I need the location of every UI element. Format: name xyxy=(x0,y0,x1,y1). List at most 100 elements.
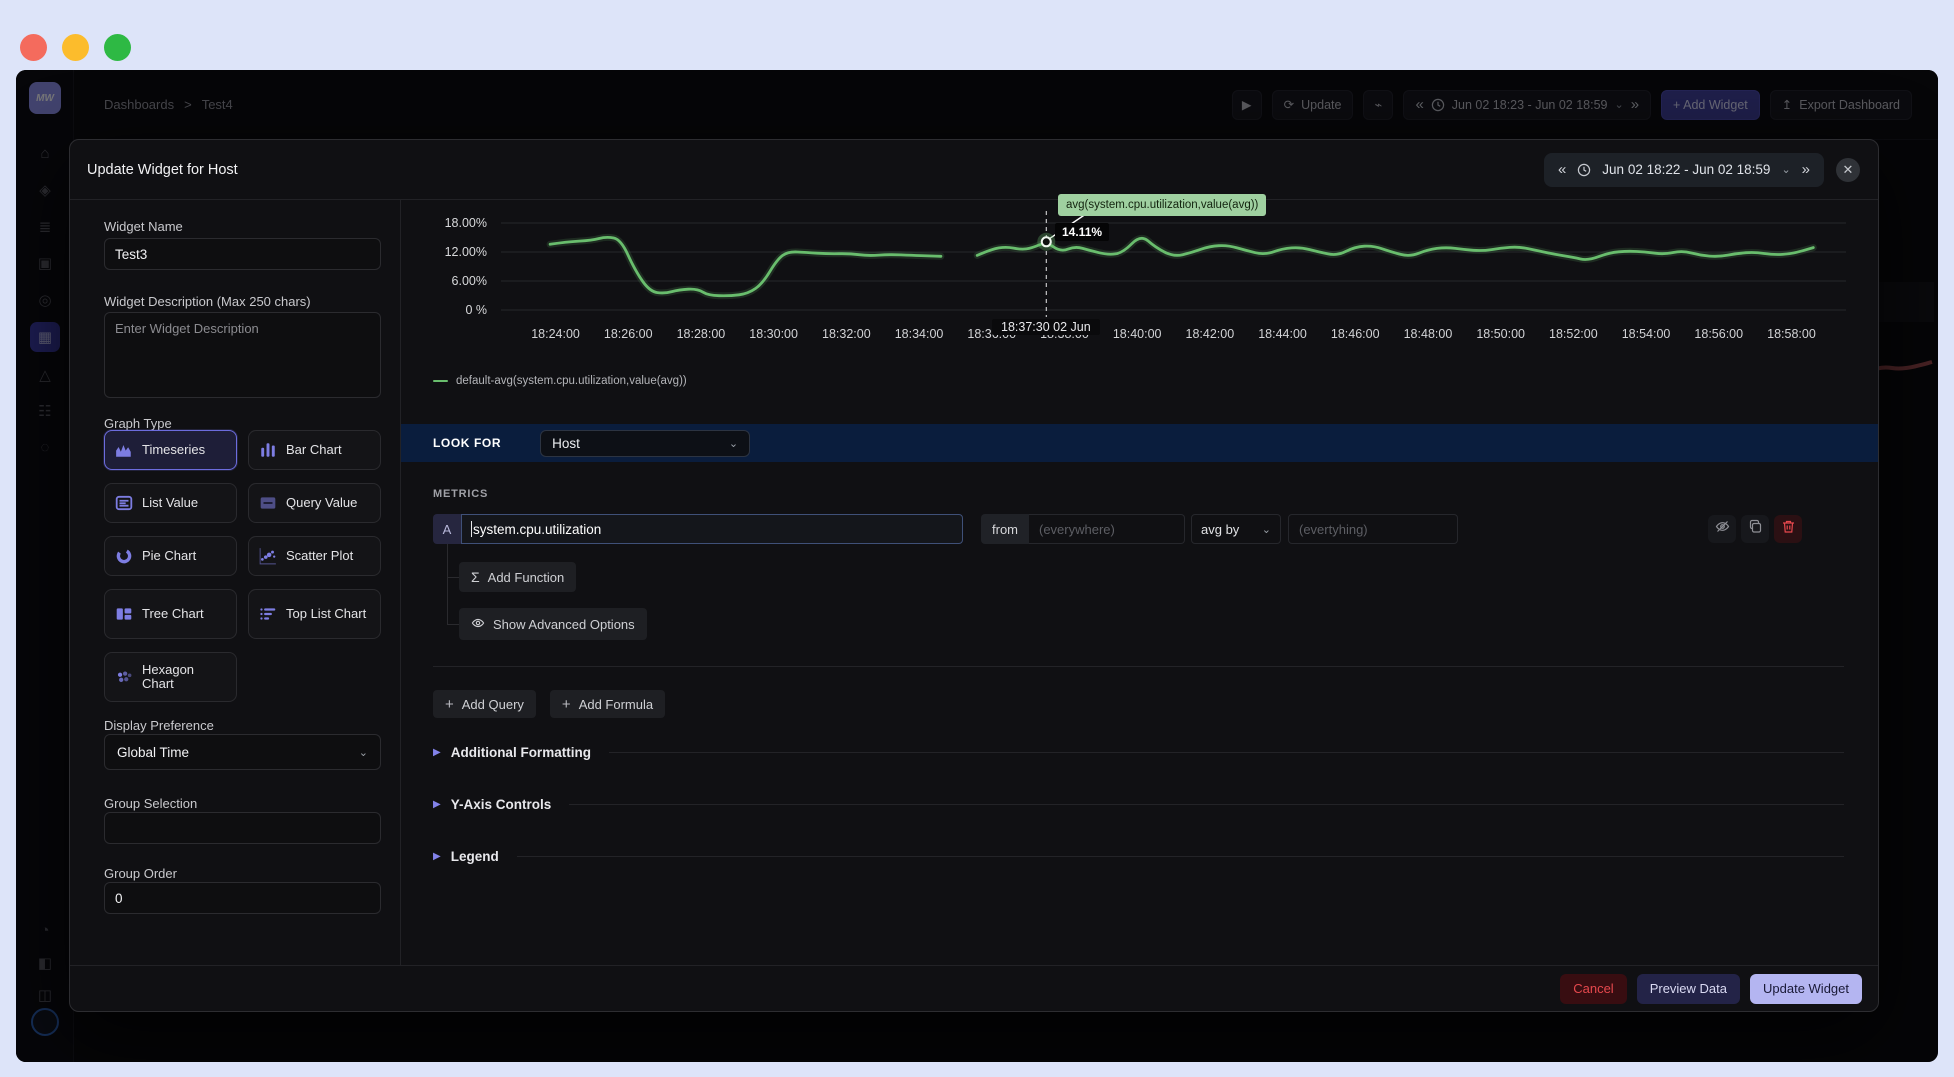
x-axis-tick: 18:32:00 xyxy=(822,327,871,341)
plus-icon: + xyxy=(445,696,454,713)
widget-description-label: Widget Description (Max 250 chars) xyxy=(104,294,311,309)
graph-type-label: Graph Type xyxy=(104,416,172,431)
filter-from-input[interactable]: (everywhere) xyxy=(1029,514,1185,544)
widget-settings-panel: Widget Name Widget Description (Max 250 … xyxy=(70,200,401,965)
x-axis-tick: 18:44:00 xyxy=(1258,327,1307,341)
show-advanced-options-button[interactable]: Show Advanced Options xyxy=(459,608,647,640)
graph-type-tree-chart[interactable]: Tree Chart xyxy=(104,589,237,639)
window-controls xyxy=(20,34,131,61)
x-axis-tick: 18:56:00 xyxy=(1694,327,1743,341)
graph-type-top-list-chart[interactable]: Top List Chart xyxy=(248,589,381,639)
chart-legend[interactable]: default-avg(system.cpu.utilization,value… xyxy=(433,375,687,387)
x-axis-tick: 18:54:00 xyxy=(1622,327,1671,341)
graph-type-query-value[interactable]: Query Value xyxy=(248,483,381,523)
section-additional-formatting[interactable]: ▶ Additional Formatting xyxy=(433,745,1844,760)
x-axis-tick: 18:50:00 xyxy=(1476,327,1525,341)
x-axis-tick: 18:26:00 xyxy=(604,327,653,341)
graph-type-timeseries[interactable]: Timeseries xyxy=(104,430,237,470)
graph-type-pie-chart[interactable]: Pie Chart xyxy=(104,536,237,576)
add-formula-button[interactable]: +Add Formula xyxy=(550,690,665,718)
time-back-icon[interactable]: « xyxy=(1558,161,1566,178)
app-window: MW ⌂◈≣▣◎▦△☷◌◔◧◫ Dashboards > Test4 ▶ ⟳Up… xyxy=(16,70,1938,1062)
widget-name-label: Widget Name xyxy=(104,219,183,234)
graph-type-bar-chart[interactable]: Bar Chart xyxy=(248,430,381,470)
chevron-down-icon: ⌄ xyxy=(729,437,738,450)
hide-query-button[interactable] xyxy=(1708,515,1736,543)
x-axis-tick: 18:30:00 xyxy=(749,327,798,341)
duplicate-query-button[interactable] xyxy=(1741,515,1769,543)
x-axis-tick: 18:42:00 xyxy=(1186,327,1235,341)
widget-editor-main: 18.00%12.00%6.00%0 %18:24:0018:26:0018:2… xyxy=(401,200,1878,965)
x-axis-tick: 18:58:00 xyxy=(1767,327,1816,341)
y-axis-tick: 0 % xyxy=(465,303,487,317)
divider xyxy=(609,752,1844,753)
sigma-icon: Σ xyxy=(471,569,480,585)
x-axis-tick: 18:46:00 xyxy=(1331,327,1380,341)
x-axis-tick: 18:40:00 xyxy=(1113,327,1162,341)
bar-chart-icon xyxy=(259,441,277,459)
add-query-button[interactable]: +Add Query xyxy=(433,690,536,718)
aggregation-select[interactable]: avg by ⌄ xyxy=(1191,514,1281,544)
x-axis-tick: 18:48:00 xyxy=(1404,327,1453,341)
close-modal-button[interactable]: ✕ xyxy=(1836,158,1860,182)
y-axis-tick: 12.00% xyxy=(445,245,487,259)
x-axis-tick: 18:34:00 xyxy=(895,327,944,341)
graph-type-list-value[interactable]: List Value xyxy=(104,483,237,523)
group-order-label: Group Order xyxy=(104,866,177,881)
maximize-window-button[interactable] xyxy=(104,34,131,61)
add-function-button[interactable]: Σ Add Function xyxy=(459,562,576,592)
x-axis-tick: 18:24:00 xyxy=(531,327,580,341)
group-order-input[interactable] xyxy=(104,882,381,914)
metric-input[interactable]: system.cpu.utilization xyxy=(461,514,963,544)
widget-name-input[interactable] xyxy=(104,238,381,270)
modal-title: Update Widget for Host xyxy=(87,162,238,178)
chevron-right-icon: ▶ xyxy=(433,799,441,810)
text-caret xyxy=(471,521,472,537)
metric-query-row: A system.cpu.utilization from (everywher… xyxy=(433,514,1802,544)
chevron-right-icon: ▶ xyxy=(433,851,441,862)
top-list-icon xyxy=(259,605,277,623)
query-value-icon xyxy=(259,494,277,512)
chevron-right-icon: ▶ xyxy=(433,747,441,758)
time-forward-icon[interactable]: » xyxy=(1802,161,1810,178)
hover-point xyxy=(1042,237,1051,246)
x-axis-tick: 18:28:00 xyxy=(677,327,726,341)
look-for-label: LOOK FOR xyxy=(433,436,501,450)
screen-frame: MW ⌂◈≣▣◎▦△☷◌◔◧◫ Dashboards > Test4 ▶ ⟳Up… xyxy=(0,0,1954,1077)
copy-icon xyxy=(1748,519,1763,539)
delete-query-button[interactable] xyxy=(1774,515,1802,543)
widget-description-input[interactable] xyxy=(104,312,381,398)
pie-chart-icon xyxy=(115,547,133,565)
modal-time-range-picker[interactable]: « Jun 02 18:22 - Jun 02 18:59 ⌄ » xyxy=(1544,153,1824,187)
graph-type-grid: Timeseries Bar Chart List Value Query Value… xyxy=(104,430,381,702)
divider xyxy=(517,856,1844,857)
cancel-button[interactable]: Cancel xyxy=(1560,974,1626,1004)
from-label: from xyxy=(981,514,1029,544)
minimize-window-button[interactable] xyxy=(62,34,89,61)
close-window-button[interactable] xyxy=(20,34,47,61)
metrics-section-label: METRICS xyxy=(433,488,488,500)
query-tree-stub xyxy=(447,624,459,625)
chevron-down-icon: ⌄ xyxy=(1781,163,1790,176)
tree-chart-icon xyxy=(115,605,133,623)
group-selection-label: Group Selection xyxy=(104,796,197,811)
time-range-value: Jun 02 18:22 - Jun 02 18:59 xyxy=(1602,162,1770,177)
graph-type-scatter-plot[interactable]: Scatter Plot xyxy=(248,536,381,576)
y-axis-tick: 6.00% xyxy=(452,274,487,288)
section-legend[interactable]: ▶ Legend xyxy=(433,849,1844,864)
chart-tooltip-time: 18:37:30 02 Jun xyxy=(992,319,1100,335)
divider xyxy=(433,666,1844,667)
update-widget-button[interactable]: Update Widget xyxy=(1750,974,1862,1004)
display-preference-select[interactable]: Global Time ⌄ xyxy=(104,734,381,770)
graph-type-hexagon-chart[interactable]: Hexagon Chart xyxy=(104,652,237,702)
x-axis-tick: 18:52:00 xyxy=(1549,327,1598,341)
chevron-down-icon: ⌄ xyxy=(359,746,368,759)
group-by-input[interactable]: (evertyhing) xyxy=(1288,514,1458,544)
timeseries-icon xyxy=(115,441,133,459)
section-y-axis-controls[interactable]: ▶ Y-Axis Controls xyxy=(433,797,1844,812)
look-for-select[interactable]: Host ⌄ xyxy=(540,430,750,457)
group-selection-input[interactable] xyxy=(104,812,381,844)
series-line xyxy=(550,237,941,295)
preview-data-button[interactable]: Preview Data xyxy=(1637,974,1740,1004)
query-tree-line xyxy=(447,544,448,624)
